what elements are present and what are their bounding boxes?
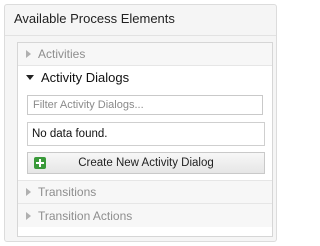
create-button-label: Create New Activity Dialog	[78, 157, 214, 169]
process-elements-accordion: Activities Activity Dialogs No data foun…	[17, 42, 273, 237]
available-process-elements-panel: Available Process Elements Activities Ac…	[4, 4, 277, 242]
activity-dialogs-body: No data found. Create New Activity Dialo…	[18, 89, 272, 181]
arrow-down-icon	[26, 75, 34, 80]
accordion-header-transitions[interactable]: Transitions	[18, 181, 272, 204]
arrow-right-icon	[26, 211, 31, 220]
filter-activity-dialogs-input[interactable]	[27, 95, 263, 115]
arrow-right-icon	[26, 188, 31, 196]
arrow-right-icon	[26, 50, 31, 58]
plus-icon	[34, 157, 46, 169]
panel-title: Available Process Elements	[5, 5, 276, 36]
accordion-label-transitions: Transitions	[38, 185, 97, 199]
accordion-header-activities[interactable]: Activities	[18, 43, 272, 66]
empty-list-message: No data found.	[27, 122, 265, 146]
accordion-label-activities: Activities	[38, 47, 86, 61]
create-new-activity-dialog-button[interactable]: Create New Activity Dialog	[27, 152, 265, 174]
accordion-label-transition-actions: Transition Actions	[38, 208, 133, 223]
accordion-header-activity-dialogs[interactable]: Activity Dialogs	[18, 66, 272, 89]
accordion-header-transition-actions[interactable]: Transition Actions	[18, 204, 272, 227]
accordion-label-activity-dialogs: Activity Dialogs	[41, 70, 130, 85]
